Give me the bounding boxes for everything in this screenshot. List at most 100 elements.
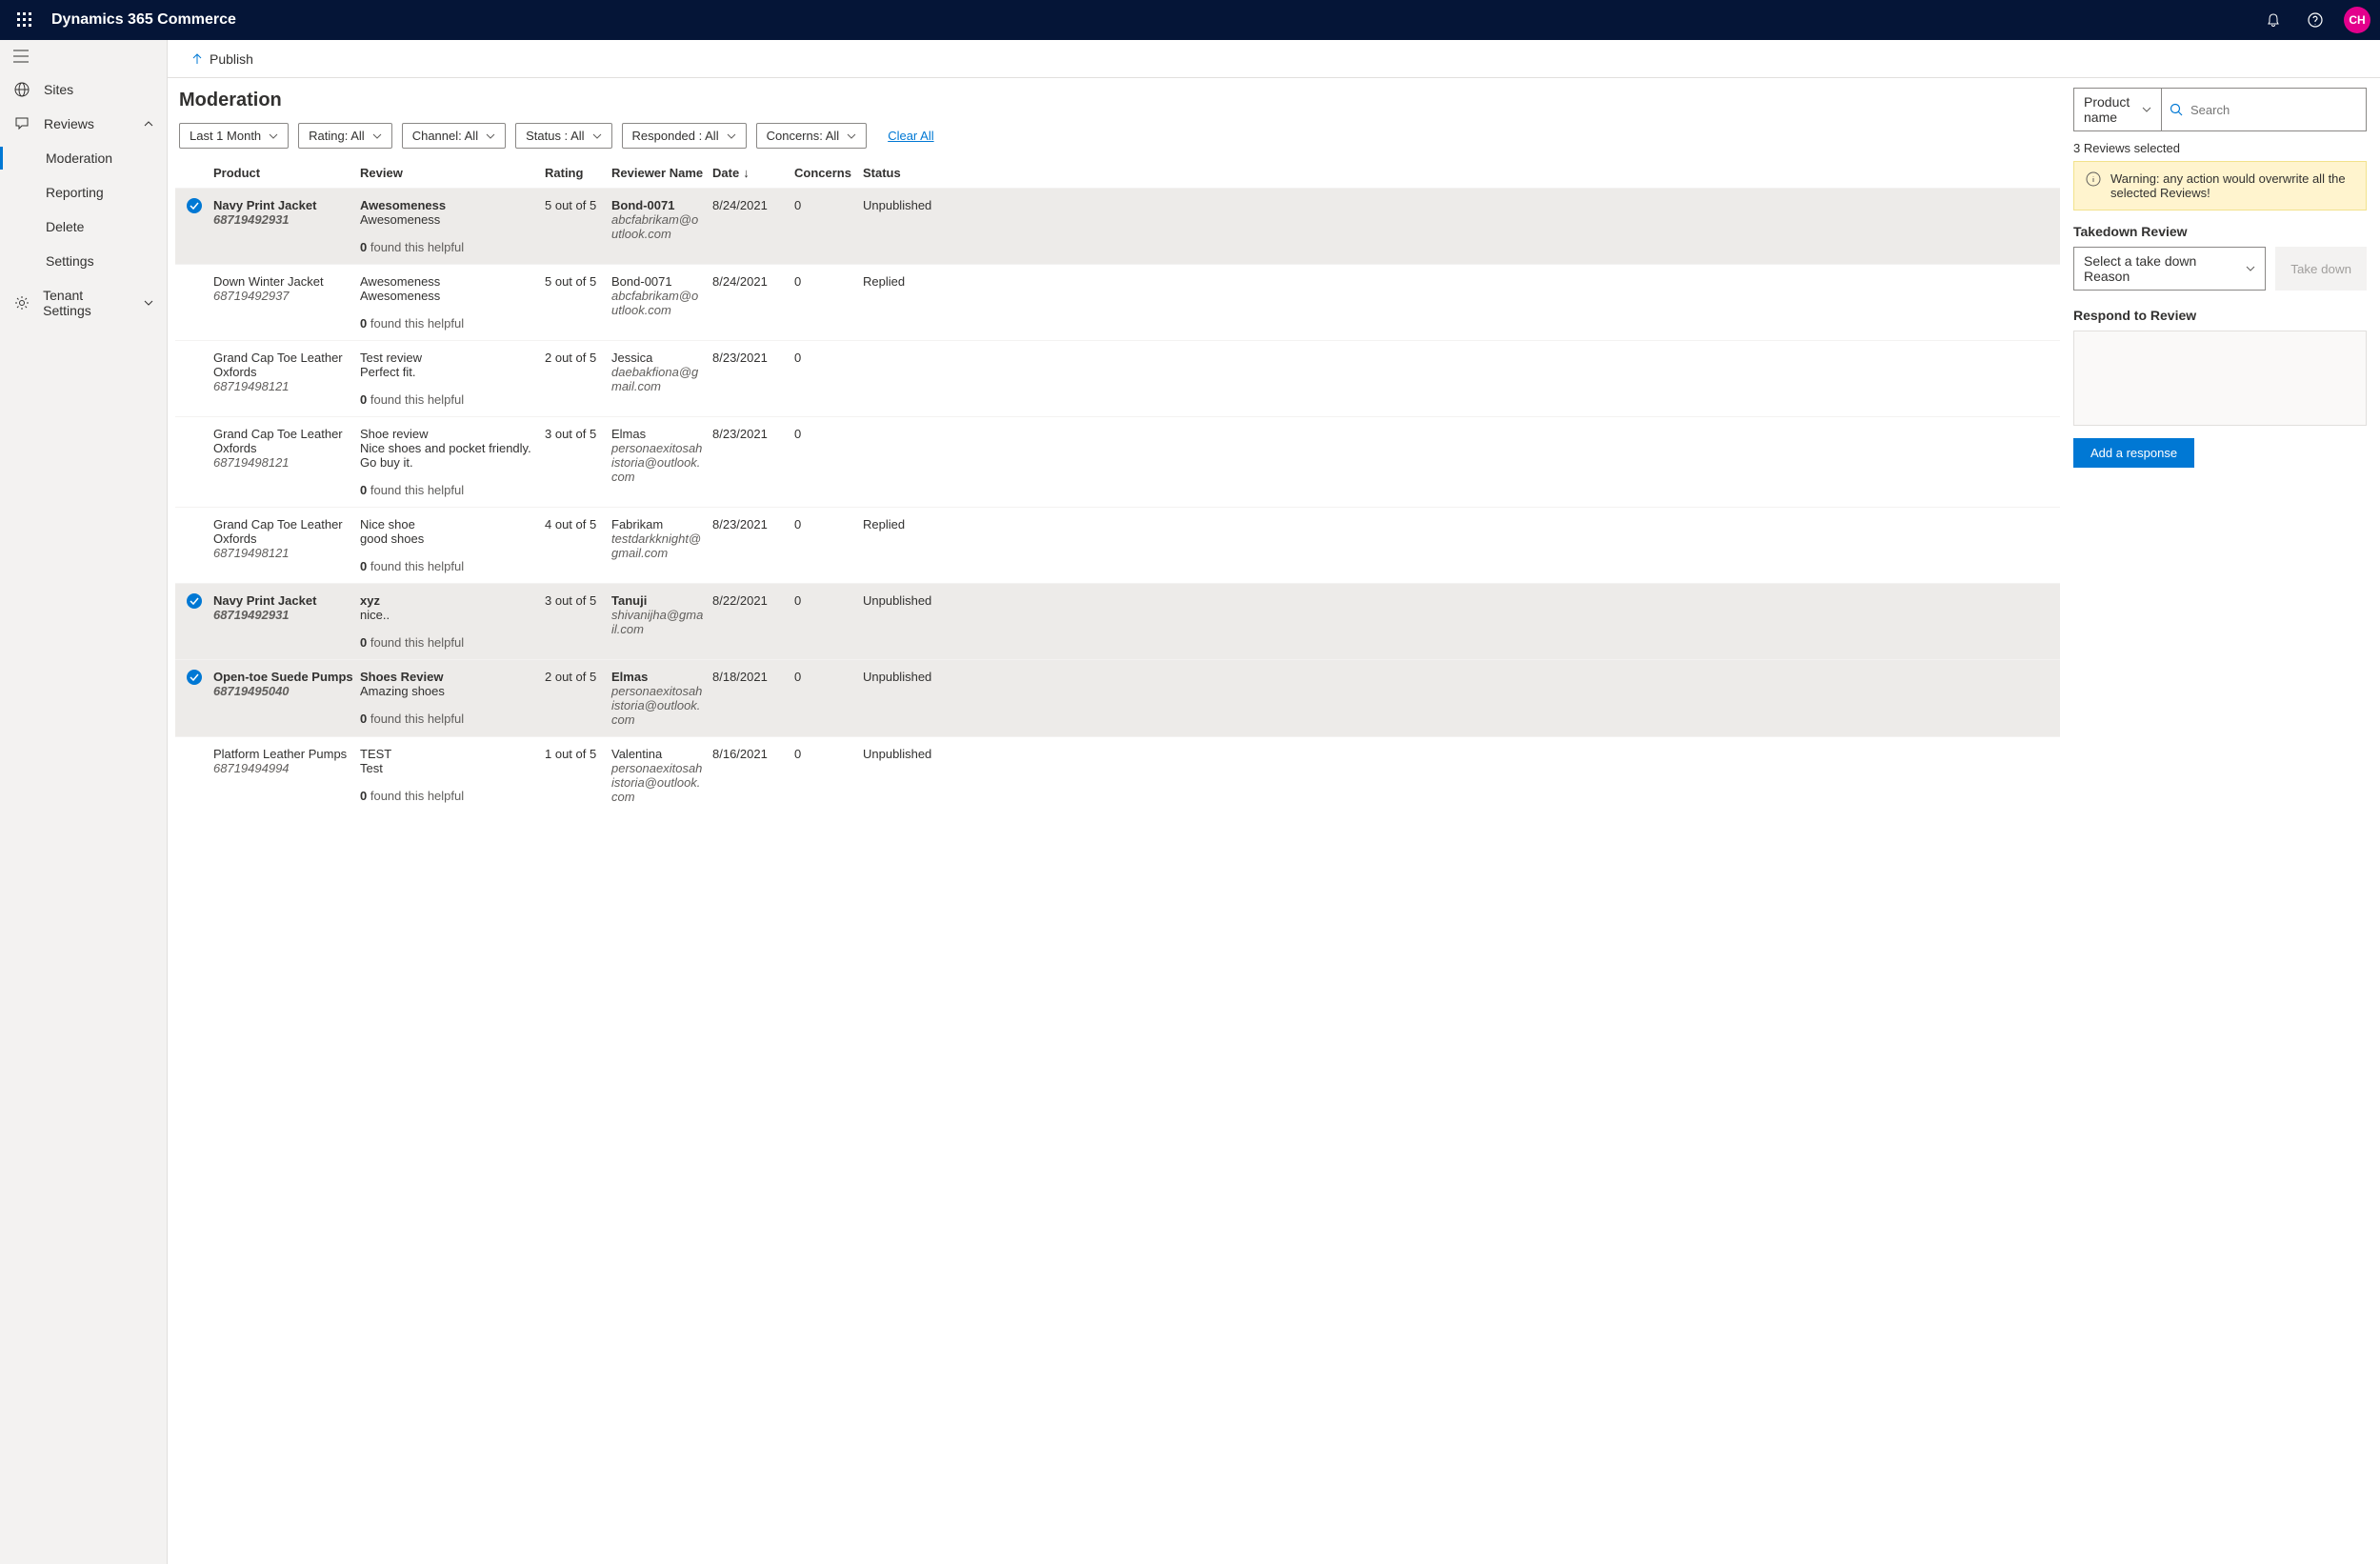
search-box[interactable]: [2161, 88, 2367, 131]
product-name: Grand Cap Toe Leather Oxfords: [213, 517, 360, 546]
col-review[interactable]: Review: [360, 166, 545, 180]
reviewer-name: Jessica: [611, 351, 705, 365]
table-row[interactable]: Open-toe Suede Pumps 68719495040 Shoes R…: [175, 659, 2060, 736]
search-input[interactable]: [2190, 103, 2358, 117]
product-id: 68719495040: [213, 684, 360, 698]
table-row[interactable]: Grand Cap Toe Leather Oxfords 6871949812…: [175, 416, 2060, 507]
respond-title: Respond to Review: [2073, 308, 2367, 323]
sidebar-item-tenant-settings[interactable]: Tenant Settings: [0, 278, 167, 328]
reviewer-email: personaexitosahistoria@outlook.com: [611, 761, 705, 804]
concerns-count: 0: [794, 670, 863, 727]
notifications-icon[interactable]: [2254, 1, 2292, 39]
sidebar-item-label: Moderation: [46, 150, 112, 166]
filter-bar: Last 1 Month Rating: All Channel: All St…: [175, 123, 2060, 149]
table-row[interactable]: Down Winter Jacket 68719492937 Awesomene…: [175, 264, 2060, 340]
page-title: Moderation: [175, 88, 2060, 123]
review-title: Awesomeness: [360, 198, 535, 212]
chevron-down-icon: [269, 133, 278, 139]
clear-all-link[interactable]: Clear All: [888, 129, 933, 143]
search-icon: [2170, 103, 2183, 116]
sidebar-item-reviews[interactable]: Reviews: [0, 107, 167, 141]
helpful-count: 0 found this helpful: [360, 635, 535, 650]
review-status: Unpublished: [863, 593, 939, 650]
filter-rating[interactable]: Rating: All: [298, 123, 392, 149]
review-status: Replied: [863, 274, 939, 331]
concerns-count: 0: [794, 593, 863, 650]
sidebar-item-settings[interactable]: Settings: [0, 244, 167, 278]
app-title: Dynamics 365 Commerce: [51, 11, 236, 29]
col-reviewer[interactable]: Reviewer Name: [611, 166, 712, 180]
helpful-count: 0 found this helpful: [360, 392, 535, 407]
add-response-button[interactable]: Add a response: [2073, 438, 2194, 468]
sidebar-item-label: Reviews: [44, 116, 94, 131]
details-panel: Product name 3 Reviews selected Warning:…: [2060, 78, 2380, 1564]
col-concerns[interactable]: Concerns: [794, 166, 863, 180]
sidebar-item-delete[interactable]: Delete: [0, 210, 167, 244]
table-row[interactable]: Navy Print Jacket 68719492931 Awesomenes…: [175, 188, 2060, 264]
filter-concerns[interactable]: Concerns: All: [756, 123, 868, 149]
waffle-icon[interactable]: [10, 5, 40, 35]
rating-value: 3 out of 5: [545, 427, 611, 497]
filter-status[interactable]: Status : All: [515, 123, 611, 149]
publish-label: Publish: [210, 51, 253, 67]
col-rating[interactable]: Rating: [545, 166, 611, 180]
reviewer-email: personaexitosahistoria@outlook.com: [611, 684, 705, 727]
col-product[interactable]: Product: [213, 166, 360, 180]
sidebar-item-moderation[interactable]: Moderation: [0, 141, 167, 175]
search-by-select[interactable]: Product name: [2073, 88, 2161, 131]
sidebar-item-label: Tenant Settings: [43, 288, 130, 318]
sidebar-item-sites[interactable]: Sites: [0, 72, 167, 107]
avatar[interactable]: CH: [2344, 7, 2370, 33]
selected-count: 3 Reviews selected: [2073, 141, 2367, 155]
check-icon[interactable]: [187, 670, 202, 685]
reviewer-name: Elmas: [611, 427, 705, 441]
col-date[interactable]: Date↓: [712, 166, 794, 180]
filter-responded[interactable]: Responded : All: [622, 123, 747, 149]
reviewer-name: Elmas: [611, 670, 705, 684]
filter-channel[interactable]: Channel: All: [402, 123, 506, 149]
review-title: Shoe review: [360, 427, 535, 441]
product-name: Navy Print Jacket: [213, 593, 360, 608]
table-row[interactable]: Grand Cap Toe Leather Oxfords 6871949812…: [175, 340, 2060, 416]
reviewer-email: daebakfiona@gmail.com: [611, 365, 705, 393]
concerns-count: 0: [794, 427, 863, 497]
helpful-count: 0 found this helpful: [360, 240, 535, 254]
sidebar-item-reporting[interactable]: Reporting: [0, 175, 167, 210]
warning-banner: Warning: any action would overwrite all …: [2073, 161, 2367, 211]
response-textarea[interactable]: [2073, 331, 2367, 426]
rating-value: 5 out of 5: [545, 198, 611, 254]
product-name: Grand Cap Toe Leather Oxfords: [213, 427, 360, 455]
review-date: 8/18/2021: [712, 670, 794, 727]
product-id: 68719494994: [213, 761, 360, 775]
reviewer-email: shivanijha@gmail.com: [611, 608, 705, 636]
check-icon[interactable]: [187, 593, 202, 609]
col-status[interactable]: Status: [863, 166, 939, 180]
table-row[interactable]: Navy Print Jacket 68719492931 xyz nice..…: [175, 583, 2060, 659]
info-icon: [2086, 171, 2101, 200]
review-status: Unpublished: [863, 747, 939, 804]
concerns-count: 0: [794, 198, 863, 254]
gear-icon: [13, 295, 30, 311]
filter-date-range[interactable]: Last 1 Month: [179, 123, 289, 149]
check-icon[interactable]: [187, 198, 202, 213]
takedown-reason-select[interactable]: Select a take down Reason: [2073, 247, 2266, 291]
publish-button[interactable]: Publish: [190, 51, 253, 67]
help-icon[interactable]: [2296, 1, 2334, 39]
takedown-title: Takedown Review: [2073, 224, 2367, 239]
reviews-table: Product Review Rating Reviewer Name Date…: [175, 160, 2060, 813]
globe-icon: [13, 82, 30, 97]
reviewer-name: Bond-0071: [611, 274, 705, 289]
review-body: Perfect fit.: [360, 365, 535, 379]
takedown-button[interactable]: Take down: [2275, 247, 2367, 291]
review-date: 8/16/2021: [712, 747, 794, 804]
product-id: 68719498121: [213, 379, 360, 393]
table-row[interactable]: Platform Leather Pumps 68719494994 TEST …: [175, 736, 2060, 813]
helpful-count: 0 found this helpful: [360, 559, 535, 573]
concerns-count: 0: [794, 747, 863, 804]
review-body: Nice shoes and pocket friendly. Go buy i…: [360, 441, 535, 470]
table-row[interactable]: Grand Cap Toe Leather Oxfords 6871949812…: [175, 507, 2060, 583]
review-status: Unpublished: [863, 670, 939, 727]
reviewer-email: abcfabrikam@outlook.com: [611, 289, 705, 317]
review-date: 8/24/2021: [712, 274, 794, 331]
hamburger-icon[interactable]: [0, 40, 167, 72]
